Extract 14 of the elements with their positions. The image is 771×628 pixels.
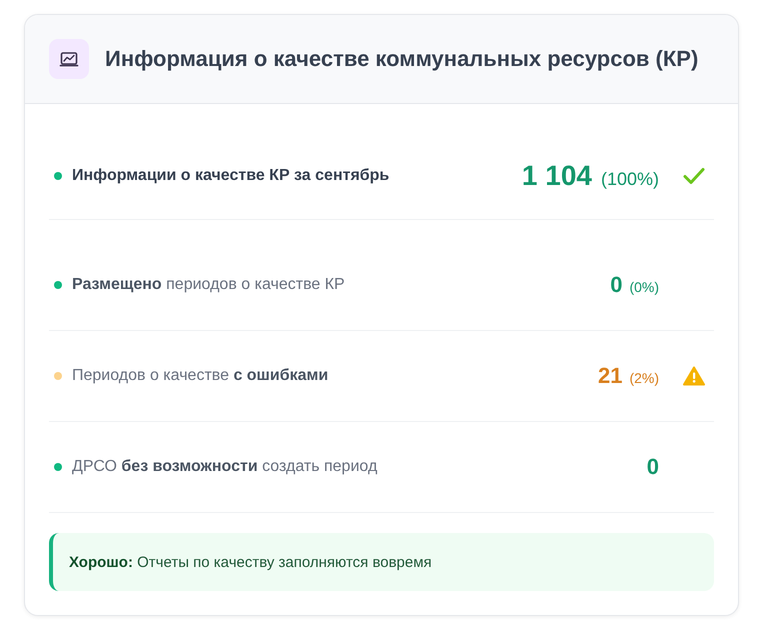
- banner-message: Хорошо: Отчеты по качеству заполняются вовремя: [69, 554, 432, 570]
- metric-label: Периодов о качестве с ошибками: [72, 367, 330, 385]
- card-title: Информация о качестве коммунальных ресурсов (КР): [105, 46, 698, 72]
- metric-label: Размещено периодов о качестве КР: [72, 276, 346, 294]
- percent-value: (100%): [600, 168, 659, 190]
- count-value: 0: [610, 272, 622, 298]
- percent-value: (0%): [629, 279, 659, 295]
- percent-value: (2%): [629, 370, 659, 386]
- count-value: 21: [598, 363, 622, 389]
- count-value: 1 104: [522, 160, 592, 192]
- line-chart-icon: [49, 39, 89, 79]
- count-value: 0: [646, 454, 659, 480]
- metric-label: Информации о качестве КР за сентябрь: [72, 166, 390, 184]
- metric-label: ДРСО без возможности создать период: [72, 458, 378, 476]
